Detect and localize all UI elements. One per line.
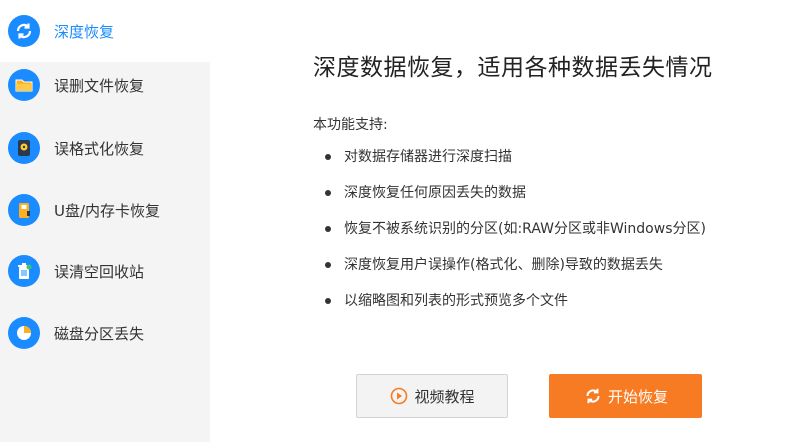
feature-text: 深度恢复任何原因丢失的数据 [344,185,526,201]
feature-text: 深度恢复用户误操作(格式化、删除)导致的数据丢失 [344,257,663,273]
partition-pie-icon [8,317,40,349]
sidebar: 深度恢复 误删文件恢复 误格式化恢复 U盘/内存卡恢复 误清空回收站 磁盘分区丢… [0,0,210,442]
bullet-icon [325,154,331,160]
sidebar-item-recycle-bin-recovery[interactable]: 误清空回收站 [0,240,210,302]
sidebar-item-partition-lost[interactable]: 磁盘分区丢失 [0,302,210,364]
list-item: 以缩略图和列表的形式预览多个文件 [325,291,706,327]
sidebar-item-label: U盘/内存卡恢复 [54,201,161,220]
list-item: 深度恢复用户误操作(格式化、删除)导致的数据丢失 [325,255,706,291]
video-tutorial-button[interactable]: 视频教程 [356,374,508,418]
feature-list: 对数据存储器进行深度扫描 深度恢复任何原因丢失的数据 恢复不被系统识别的分区(如… [325,147,706,327]
start-recovery-button[interactable]: 开始恢复 [549,374,702,418]
bullet-icon [325,262,331,268]
refresh-icon [583,386,603,406]
feature-text: 恢复不被系统识别的分区(如:RAW分区或非Windows分区) [344,221,706,237]
sidebar-item-label: 误删文件恢复 [54,76,145,95]
list-item: 深度恢复任何原因丢失的数据 [325,183,706,219]
sidebar-item-label: 误格式化恢复 [54,139,145,158]
bullet-icon [325,190,331,196]
start-recovery-label: 开始恢复 [607,387,668,406]
sidebar-item-label: 深度恢复 [54,22,115,41]
disk-icon [8,132,40,164]
video-tutorial-label: 视频教程 [414,387,475,406]
support-label: 本功能支持: [313,117,388,133]
list-item: 对数据存储器进行深度扫描 [325,147,706,183]
sidebar-item-deep-recovery[interactable]: 深度恢复 [0,0,210,62]
sidebar-item-deleted-file-recovery[interactable]: 误删文件恢复 [0,54,210,116]
page-title: 深度数据恢复，适用各种数据丢失情况 [313,55,713,81]
bullet-icon [325,298,331,304]
deep-recovery-icon [8,15,40,47]
sidebar-item-label: 误清空回收站 [54,262,145,281]
usb-drive-icon [8,194,40,226]
play-icon [389,386,409,406]
folder-icon [8,69,40,101]
list-item: 恢复不被系统识别的分区(如:RAW分区或非Windows分区) [325,219,706,255]
sidebar-item-format-recovery[interactable]: 误格式化恢复 [0,117,210,179]
sidebar-item-usb-card-recovery[interactable]: U盘/内存卡恢复 [0,179,210,241]
feature-text: 以缩略图和列表的形式预览多个文件 [344,293,568,309]
feature-text: 对数据存储器进行深度扫描 [344,149,512,165]
recycle-bin-icon [8,255,40,287]
sidebar-item-label: 磁盘分区丢失 [54,324,145,343]
bullet-icon [325,226,331,232]
